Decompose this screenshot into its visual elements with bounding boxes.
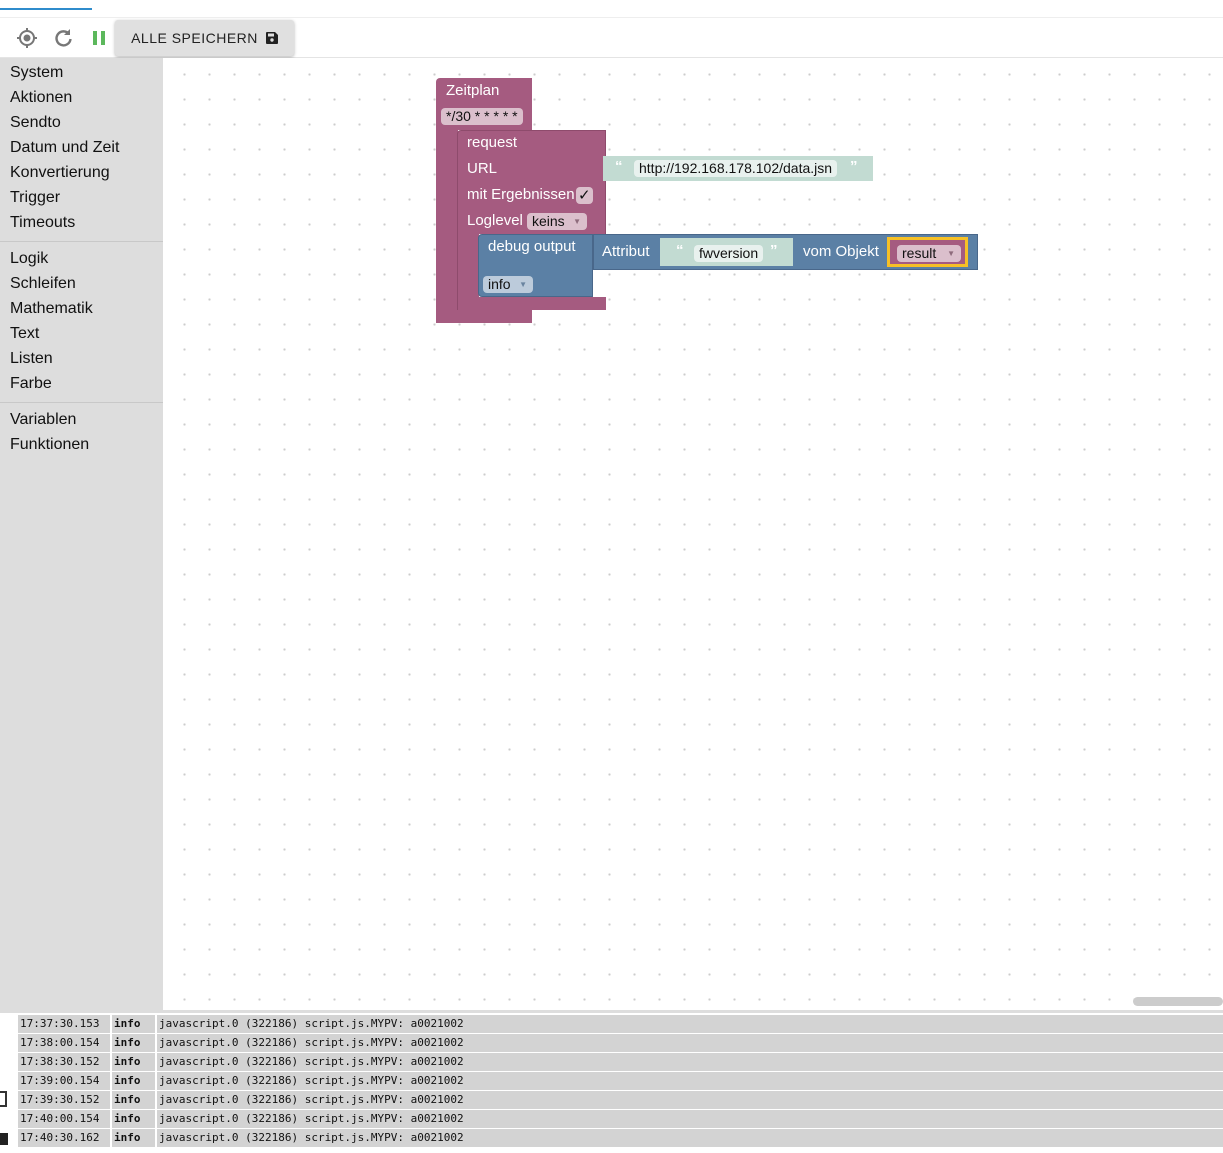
log-message: javascript.0 (322186) script.js.MYPV: a0… [157,1091,1223,1109]
category-system[interactable]: System [10,64,63,82]
log-level: info [112,1072,155,1090]
log-level: info [112,1110,155,1128]
divider [0,402,163,403]
horizontal-scrollbar[interactable] [1133,997,1223,1006]
blockly-workspace[interactable] [163,58,1223,1010]
loglevel-dropdown[interactable]: keins ▼ [527,213,587,230]
toolbar: ALLE SPEICHERN [0,18,1223,58]
log-message: javascript.0 (322186) script.js.MYPV: a0… [157,1053,1223,1071]
log-level: info [112,1053,155,1071]
log-row: 17:38:30.152 info javascript.0 (322186) sc… [18,1053,1223,1071]
copy-icon[interactable] [0,1091,7,1107]
debug-title: debug output [488,238,576,255]
category-datum-zeit[interactable]: Datum und Zeit [10,139,119,157]
log-message: javascript.0 (322186) script.js.MYPV: a0… [157,1129,1223,1147]
category-schleifen[interactable]: Schleifen [10,275,76,293]
log-message: javascript.0 (322186) script.js.MYPV: a0… [157,1034,1223,1052]
log-row: 17:40:00.154 info javascript.0 (322186) sc… [18,1110,1223,1128]
log-message: javascript.0 (322186) script.js.MYPV: a0… [157,1072,1223,1090]
divider [0,241,163,242]
log-time: 17:39:00.154 [18,1072,110,1090]
refresh-icon[interactable] [51,26,75,50]
log-row: 17:40:30.162 info javascript.0 (322186) sc… [18,1129,1223,1147]
category-trigger[interactable]: Trigger [10,189,60,207]
save-all-button[interactable]: ALLE SPEICHERN [115,20,294,56]
log-time: 17:40:30.162 [18,1129,110,1147]
pause-icon[interactable] [87,26,111,50]
debug-level-value: info [488,276,511,292]
log-time: 17:40:00.154 [18,1110,110,1128]
url-field[interactable]: http://192.168.178.102/data.jsn [634,160,838,177]
category-farbe[interactable]: Farbe [10,375,52,393]
open-quote-icon: “ [676,242,684,259]
request-block-footer [457,297,606,310]
category-konvertierung[interactable]: Konvertierung [10,164,110,182]
log-level: info [112,1129,155,1147]
category-sendto[interactable]: Sendto [10,114,61,132]
chevron-down-icon: ▼ [573,217,581,226]
active-tab-indicator [0,8,92,10]
log-level: info [112,1034,155,1052]
log-level: info [112,1015,155,1033]
chevron-down-icon: ▼ [519,280,527,289]
top-tab-bar [0,0,1223,18]
schedule-block-body [436,128,458,323]
object-dropdown[interactable]: result ▼ [897,245,961,262]
loglevel-label: Loglevel [467,212,523,229]
save-all-label: ALLE SPEICHERN [131,30,258,46]
debug-level-dropdown[interactable]: info ▼ [483,276,533,293]
log-panel: 17:37:30.153 info javascript.0 (322186) sc… [0,1010,1223,1153]
object-value: result [902,245,937,261]
chevron-down-icon: ▼ [947,249,955,258]
log-time: 17:39:30.152 [18,1091,110,1109]
loglevel-value: keins [532,213,565,229]
log-row: 17:39:00.154 info javascript.0 (322186) sc… [18,1072,1223,1090]
locate-icon[interactable] [15,26,39,50]
category-timeouts[interactable]: Timeouts [10,214,75,232]
log-row: 17:39:30.152 info javascript.0 (322186) sc… [18,1091,1223,1109]
category-aktionen[interactable]: Aktionen [10,89,72,107]
schedule-block-footer [436,310,532,323]
close-quote-icon: ” [770,242,778,259]
category-variablen[interactable]: Variablen [10,411,76,429]
results-label: mit Ergebnissen [467,186,575,203]
request-title: request [467,134,518,151]
results-checkbox[interactable]: ✓ [576,187,593,204]
category-logik[interactable]: Logik [10,250,48,268]
log-row: 17:38:00.154 info javascript.0 (322186) sc… [18,1034,1223,1052]
log-row: 17:37:30.153 info javascript.0 (322186) sc… [18,1015,1223,1033]
block-category-sidebar: System Aktionen Sendto Datum und Zeit Ko… [0,58,163,1010]
log-control-icon[interactable] [0,1133,8,1145]
open-quote-icon: “ [615,158,623,175]
log-message: javascript.0 (322186) script.js.MYPV: a0… [157,1015,1223,1033]
category-listen[interactable]: Listen [10,350,53,368]
log-message: javascript.0 (322186) script.js.MYPV: a0… [157,1110,1223,1128]
category-funktionen[interactable]: Funktionen [10,436,89,454]
log-time: 17:38:30.152 [18,1053,110,1071]
save-icon [265,32,278,44]
of-object-label: vom Objekt [803,243,879,260]
cron-field[interactable]: */30 * * * * * [441,108,523,125]
schedule-title: Zeitplan [446,82,500,99]
attribute-name-field[interactable]: fwversion [694,245,764,262]
category-mathematik[interactable]: Mathematik [10,300,93,318]
log-level: info [112,1091,155,1109]
attribute-label: Attribut [602,243,650,260]
close-quote-icon: ” [850,158,858,175]
log-time: 17:38:00.154 [18,1034,110,1052]
log-time: 17:37:30.153 [18,1015,110,1033]
url-label: URL [467,160,498,177]
category-text[interactable]: Text [10,325,39,343]
